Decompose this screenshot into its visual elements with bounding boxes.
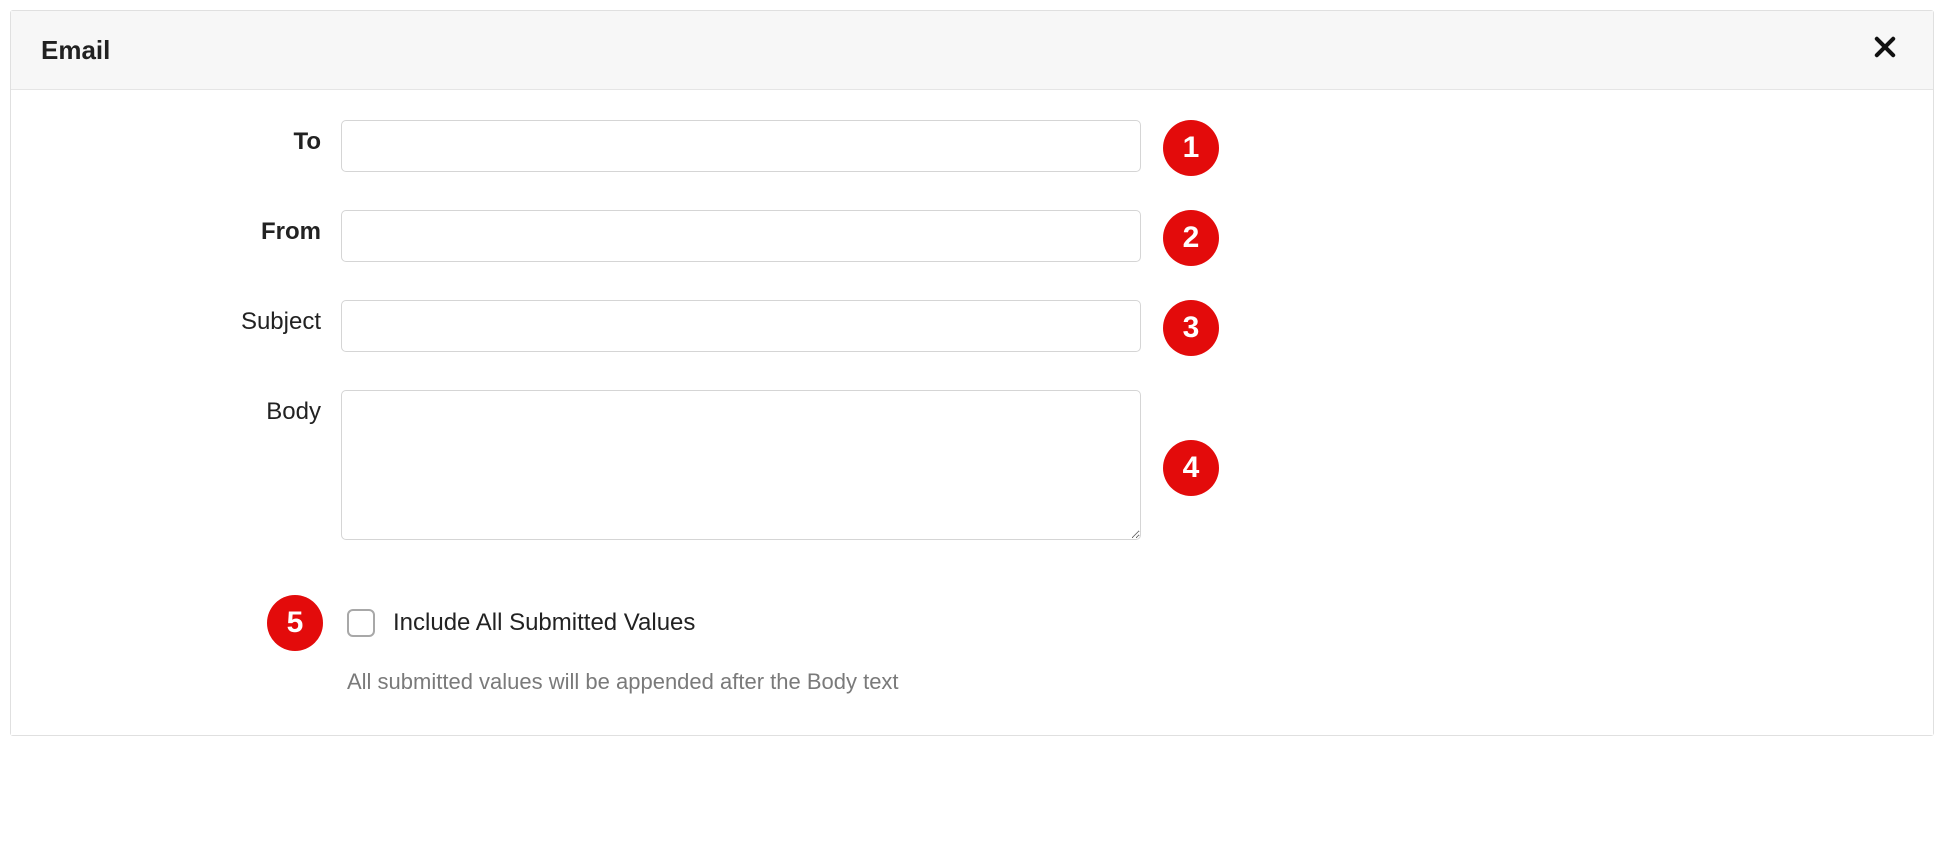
to-row: To 1: [41, 120, 1903, 176]
from-input[interactable]: [341, 210, 1141, 262]
annotation-badge-4: 4: [1163, 440, 1219, 496]
annotation-badge-3: 3: [1163, 300, 1219, 356]
from-row: From 2: [41, 210, 1903, 266]
panel-body: To 1 From 2 Subject 3: [11, 90, 1933, 735]
annotation-badge-2: 2: [1163, 210, 1219, 266]
email-panel: Email To 1 From 2: [10, 10, 1934, 736]
to-input[interactable]: [341, 120, 1141, 172]
annotation-badge-1: 1: [1163, 120, 1219, 176]
subject-row: Subject 3: [41, 300, 1903, 356]
include-all-label: Include All Submitted Values: [393, 609, 695, 637]
include-all-row: 5 Include All Submitted Values: [267, 595, 1903, 651]
subject-label: Subject: [41, 300, 341, 336]
body-row: Body 4: [41, 390, 1903, 545]
annotation-badge-5: 5: [267, 595, 323, 651]
include-all-help-text: All submitted values will be appended af…: [347, 669, 1903, 695]
body-label: Body: [41, 390, 341, 426]
close-icon[interactable]: [1867, 33, 1903, 67]
panel-header: Email: [11, 11, 1933, 90]
from-label: From: [41, 210, 341, 246]
to-label: To: [41, 120, 341, 156]
include-all-checkbox[interactable]: [347, 609, 375, 637]
subject-input[interactable]: [341, 300, 1141, 352]
body-textarea[interactable]: [341, 390, 1141, 540]
panel-title: Email: [41, 35, 110, 66]
